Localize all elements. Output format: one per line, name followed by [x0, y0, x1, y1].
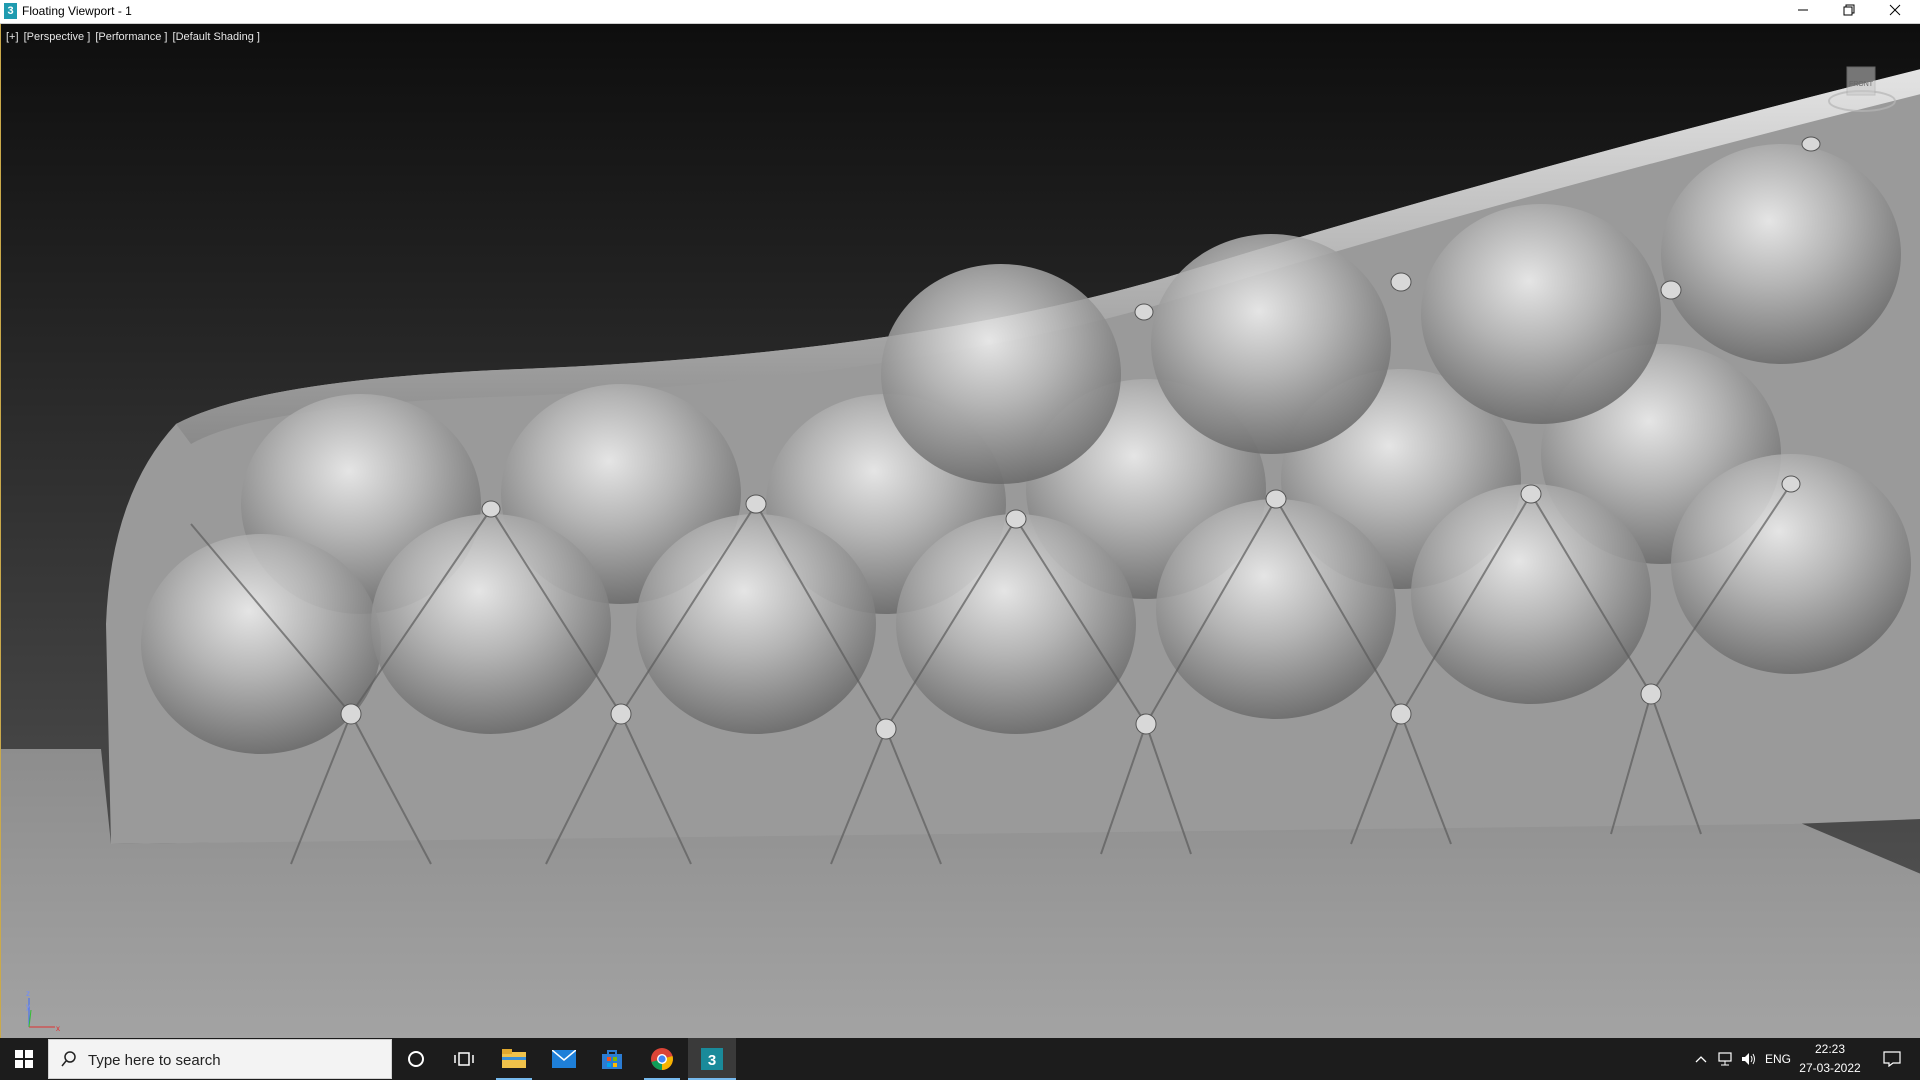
- volume-tray-button[interactable]: [1738, 1038, 1760, 1080]
- axis-x-label: x: [56, 1024, 60, 1033]
- show-hidden-icons-button[interactable]: [1690, 1038, 1712, 1080]
- file-explorer-taskbar-button[interactable]: [490, 1038, 538, 1080]
- taskbar-clock[interactable]: 22:23 27-03-2022: [1790, 1040, 1870, 1078]
- minimize-icon: [1798, 9, 1808, 11]
- viewcube-front-label: FRONT: [1849, 81, 1874, 88]
- store-taskbar-button[interactable]: [588, 1038, 636, 1080]
- 3dsmax-taskbar-button[interactable]: 3: [688, 1038, 736, 1080]
- chrome-icon: [651, 1048, 673, 1070]
- volume-icon: [1742, 1053, 1755, 1065]
- 3dsmax-app-icon: 3: [4, 3, 17, 19]
- window-titlebar: 3 Floating Viewport - 1: [0, 0, 1920, 24]
- taskbar-search-box[interactable]: Type here to search: [48, 1039, 392, 1079]
- cortana-icon: [408, 1051, 424, 1067]
- clock-time: 22:23: [1814, 1042, 1846, 1056]
- svg-text:3: 3: [708, 1052, 716, 1069]
- viewport-labels[interactable]: [+] [Perspective ] [Performance ] [Defau…: [6, 31, 262, 43]
- mail-icon: [552, 1050, 576, 1068]
- close-button[interactable]: [1872, 0, 1918, 23]
- axis-gizmo-icon: z y x: [26, 989, 60, 1033]
- action-center-button[interactable]: [1872, 1038, 1912, 1080]
- view-type-label[interactable]: [Perspective ]: [24, 31, 91, 43]
- sofa-render: [1, 69, 1920, 1038]
- file-explorer-icon: [502, 1049, 526, 1068]
- cortana-button[interactable]: [392, 1038, 440, 1080]
- task-view-icon: [454, 1052, 474, 1066]
- 3dsmax-icon: 3: [701, 1048, 723, 1070]
- cushion-tuft: [1411, 484, 1651, 704]
- viewport-menu-label[interactable]: [+]: [6, 31, 19, 43]
- window-title: Floating Viewport - 1: [22, 4, 132, 18]
- viewcube-icon[interactable]: FRONT: [1827, 59, 1897, 114]
- restore-icon: [1843, 4, 1855, 16]
- close-icon: [1889, 4, 1901, 16]
- chevron-up-icon: [1695, 1056, 1707, 1063]
- search-placeholder: Type here to search: [88, 1052, 221, 1069]
- network-tray-button[interactable]: [1714, 1038, 1736, 1080]
- chrome-taskbar-button[interactable]: [638, 1038, 686, 1080]
- shading-mode-label[interactable]: [Default Shading ]: [173, 31, 260, 43]
- cushion-tuft: [1156, 499, 1396, 719]
- clock-date: 27-03-2022: [1799, 1061, 1861, 1075]
- 3d-viewport[interactable]: [+] [Perspective ] [Performance ] [Defau…: [0, 24, 1920, 1038]
- axis-y-label: y: [26, 1002, 30, 1011]
- task-view-button[interactable]: [440, 1038, 488, 1080]
- axis-z-label: z: [26, 989, 30, 998]
- minimize-button[interactable]: [1780, 0, 1826, 23]
- cushion-tuft: [371, 514, 611, 734]
- performance-label[interactable]: [Performance ]: [95, 31, 167, 43]
- notification-icon: [1883, 1051, 1901, 1067]
- mail-taskbar-button[interactable]: [540, 1038, 588, 1080]
- cushion-tuft: [1421, 204, 1661, 424]
- start-icon: [15, 1050, 33, 1068]
- cushion-tuft: [896, 514, 1136, 734]
- cushion-tuft: [1151, 234, 1391, 454]
- network-icon: [1718, 1052, 1732, 1066]
- taskbar: Type here to search 3 ENG 22:23 27-03-20…: [0, 1038, 1920, 1080]
- cushion-tuft: [881, 264, 1121, 484]
- restore-button[interactable]: [1826, 0, 1872, 23]
- cushion-tuft: [1661, 144, 1901, 364]
- search-icon: [61, 1051, 76, 1067]
- start-button[interactable]: [0, 1038, 48, 1080]
- store-icon: [602, 1050, 622, 1069]
- cushion-tuft: [636, 514, 876, 734]
